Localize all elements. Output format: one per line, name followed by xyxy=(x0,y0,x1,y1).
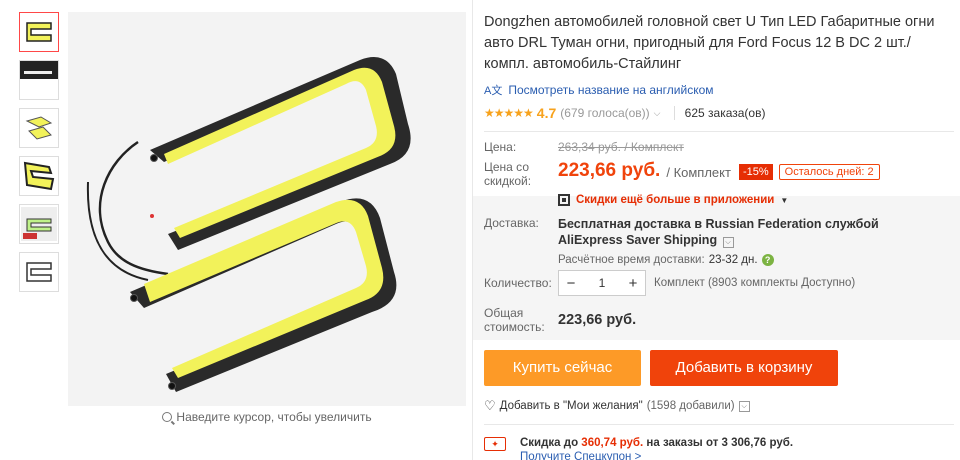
thumbnail-list xyxy=(19,12,61,300)
wishlist-label[interactable]: Добавить в "Мои желания" xyxy=(500,400,643,412)
wishlist-dropdown-icon[interactable]: ⌵ xyxy=(738,400,750,412)
app-promo[interactable]: Скидки ещё больше в приложении ▼ xyxy=(558,194,788,206)
quantity-label: Количество: xyxy=(484,276,552,290)
price-block: Цена: 263,34 руб. / Комплект Цена со ски… xyxy=(484,140,954,216)
total-value: 223,66 руб. xyxy=(558,312,637,328)
increase-button[interactable]: + xyxy=(621,275,645,292)
thumbnail-1[interactable] xyxy=(19,12,59,52)
discount-price-label: Цена со скидкой: xyxy=(484,160,532,188)
thumbnail-2[interactable] xyxy=(19,60,59,100)
days-left-badge: Осталось дней: 2 xyxy=(778,164,880,180)
shipping-method: Бесплатная доставка в Russian Federation… xyxy=(558,217,879,248)
magnifier-icon xyxy=(162,412,173,422)
help-icon[interactable]: ? xyxy=(761,254,774,266)
divider xyxy=(484,131,954,132)
caret-down-icon: ▼ xyxy=(780,195,789,205)
wishlist-row[interactable]: ♡ Добавить в "Мои желания" (1598 добавил… xyxy=(484,398,750,414)
wishlist-count: (1598 добавили) xyxy=(646,400,735,412)
availability-text: Комплект (8903 комплекты Доступно) xyxy=(654,277,856,289)
quantity-value[interactable]: 1 xyxy=(599,276,606,290)
shipping-label: Доставка: xyxy=(484,216,539,230)
old-price: 263,34 руб. / Комплект xyxy=(558,140,684,154)
buy-now-button[interactable]: Купить сейчас xyxy=(484,350,641,386)
votes-count[interactable]: (679 голоса(ов)) xyxy=(560,106,649,120)
add-to-cart-button[interactable]: Добавить в корзину xyxy=(650,350,838,386)
thumbnail-4[interactable] xyxy=(19,156,59,196)
discount-price: 223,66 руб. xyxy=(558,160,661,181)
product-title: Dongzhen автомобилей головной свет U Тип… xyxy=(484,14,935,72)
qr-code-icon xyxy=(558,194,570,206)
delivery-days: 23-32 дн. xyxy=(708,254,758,266)
price-unit: / Комплект xyxy=(666,165,731,180)
shipping-dropdown-icon[interactable]: ⌵ xyxy=(722,237,734,248)
heart-icon: ♡ xyxy=(484,398,496,413)
coupon-text: Скидка до 360,74 руб. на заказы от 3 306… xyxy=(520,437,794,449)
led-light-lower xyxy=(130,198,397,392)
coupon-icon: ✦ xyxy=(484,437,506,451)
wire-top xyxy=(98,140,169,276)
chevron-down-icon[interactable]: ⌵ xyxy=(654,108,666,119)
decrease-button[interactable]: − xyxy=(559,275,583,292)
translate-icon: A文 xyxy=(484,85,503,97)
shipping-row: Доставка: Бесплатная доставка в Russian … xyxy=(484,216,954,266)
rating-value: 4.7 xyxy=(536,105,557,121)
thumbnail-6[interactable] xyxy=(19,252,59,292)
coupon-link[interactable]: Получите Спецкупон > xyxy=(520,451,793,460)
total-label: Общая стоимость: xyxy=(484,306,545,334)
translate-link[interactable]: A文 Посмотреть название на английском xyxy=(484,82,954,98)
zoom-hint: Наведите курсор, чтобы увеличить xyxy=(68,410,466,424)
star-rating-icon: ★★★★★ xyxy=(484,106,534,120)
delivery-estimate: Расчётное время доставки: 23-32 дн. ? xyxy=(558,254,879,266)
total-row: Общая стоимость: 223,66 руб. xyxy=(484,306,636,334)
thumbnail-3[interactable] xyxy=(19,108,59,148)
quantity-stepper[interactable]: − 1 + xyxy=(558,270,646,296)
product-info: Dongzhen автомобилей головной свет U Тип… xyxy=(484,12,954,216)
wire-bottom xyxy=(86,181,149,281)
price-label: Цена: xyxy=(484,140,517,154)
orders-count: 625 заказа(ов) xyxy=(673,106,765,120)
divider xyxy=(484,424,954,425)
coupon-row: ✦ Скидка до 360,74 руб. на заказы от 3 3… xyxy=(484,437,793,460)
thumbnail-5[interactable] xyxy=(19,204,59,244)
rating-row: ★★★★★ 4.7 (679 голоса(ов)) ⌵ 625 заказа(… xyxy=(484,105,954,121)
main-product-image[interactable] xyxy=(68,12,466,406)
discount-badge: -15% xyxy=(738,164,773,180)
quantity-row: Количество: − 1 + Комплект (8903 комплек… xyxy=(484,270,855,296)
